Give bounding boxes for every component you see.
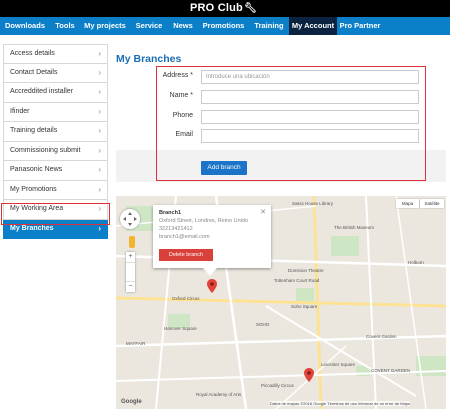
map-label: COVENT GARDEN: [371, 368, 411, 373]
popup-pointer: [203, 268, 217, 276]
street-view-pegman-icon[interactable]: [129, 236, 135, 248]
close-icon[interactable]: ✕: [260, 208, 266, 216]
zoom-slider[interactable]: [126, 262, 135, 282]
chevron-right-icon: ›: [98, 49, 101, 58]
nav-promotions[interactable]: Promotions: [198, 17, 249, 35]
popup-address: Oxford Street, Londres, Reino Unido: [159, 218, 248, 224]
page-title: My Branches: [116, 53, 182, 65]
popup-phone: 32213421412: [159, 226, 193, 232]
chevron-right-icon: ›: [98, 67, 101, 77]
sidebar-item-label: Training details: [10, 127, 58, 134]
sidebar-item-ifinder[interactable]: Ifinder ›: [3, 102, 108, 122]
map-label: Oxford Circus: [172, 296, 200, 301]
popup-email: branch1@email.com: [159, 234, 210, 240]
map-label: SOHO: [256, 322, 270, 327]
sidebar-item-label: Commissioning submit: [10, 146, 81, 154]
google-logo: Google: [121, 399, 142, 405]
top-bar: PRO Club🔧︎: [0, 0, 450, 17]
sidebar-item-panasonic-news[interactable]: Panasonic News ›: [3, 161, 108, 181]
nav-my-account[interactable]: My Account: [289, 17, 337, 35]
map-label: Royal Academy of Arts: [196, 392, 242, 397]
chevron-right-icon: ›: [98, 145, 101, 155]
popup-title: Branch1: [159, 210, 182, 216]
chevron-right-icon: ›: [98, 87, 101, 96]
map-marker-icon[interactable]: [207, 279, 217, 293]
chevron-right-icon: ›: [98, 184, 101, 194]
highlight-box-form: [156, 66, 426, 181]
sidebar-item-label: Accreddited installer: [10, 88, 74, 95]
sidebar-item-accredited-installer[interactable]: Accreddited installer ›: [3, 83, 108, 103]
highlight-box-sidebar: [1, 203, 110, 225]
nav-tools[interactable]: Tools: [50, 17, 80, 35]
nav-training[interactable]: Training: [249, 17, 289, 35]
main-nav: Downloads Tools My projects Service News…: [0, 17, 450, 35]
delete-branch-button[interactable]: Delete branch: [159, 249, 213, 261]
sidebar-item-label: My Promotions: [10, 185, 57, 193]
sidebar-item-access-details[interactable]: Access details ›: [3, 44, 108, 64]
logo-text: PRO Club: [190, 2, 243, 14]
map-label: Swiss House Library: [292, 201, 334, 206]
sidebar-item-label: Panasonic News: [10, 166, 63, 173]
chevron-right-icon: ›: [98, 126, 101, 135]
pan-arrows-icon: [123, 212, 137, 226]
wrench-icon: 🔧︎: [243, 3, 257, 14]
sidebar-item-label: Access details: [10, 50, 55, 57]
map-label: Tottenham Court Road: [274, 278, 320, 283]
pan-control[interactable]: [120, 209, 140, 229]
chevron-right-icon: ›: [98, 106, 101, 116]
sidebar-item-training-details[interactable]: Training details ›: [3, 122, 108, 142]
map-type-satellite-button[interactable]: Satélite: [420, 199, 444, 208]
map-label: Covent Garden: [366, 334, 397, 339]
nav-downloads[interactable]: Downloads: [0, 17, 50, 35]
sidebar-item-label: Contact Details: [10, 68, 58, 76]
map-label: The British Museum: [334, 225, 375, 230]
zoom-control: + −: [126, 252, 135, 292]
nav-pro-partner[interactable]: Pro Partner: [337, 17, 383, 35]
nav-my-projects[interactable]: My projects: [80, 17, 130, 35]
map-label: Leicester Square: [321, 362, 356, 367]
pro-club-logo[interactable]: PRO Club🔧︎: [190, 2, 257, 14]
map-type-map-button[interactable]: Mapa: [396, 199, 419, 208]
zoom-out-icon[interactable]: −: [126, 282, 135, 292]
map-marker-icon[interactable]: [304, 368, 314, 382]
map-label: Soho Square: [291, 304, 318, 309]
chevron-right-icon: ›: [98, 165, 101, 174]
sidebar-item-label: Ifinder: [10, 107, 30, 115]
sidebar-item-label: My Branches: [10, 224, 54, 232]
map-label: Holborn: [408, 260, 424, 265]
sidebar-item-commissioning-submit[interactable]: Commissioning submit ›: [3, 141, 108, 161]
sidebar-item-contact-details[interactable]: Contact Details ›: [3, 63, 108, 83]
zoom-in-icon[interactable]: +: [126, 252, 135, 262]
map-label: Piccadilly Circus: [261, 383, 294, 388]
map-attribution[interactable]: Datos de mapas ©2016 Google Términos de …: [270, 401, 411, 406]
nav-service[interactable]: Service: [130, 17, 168, 35]
map-label: Hanover Square: [164, 326, 197, 331]
nav-news[interactable]: News: [168, 17, 198, 35]
map-label: Dominion Theatre: [288, 268, 324, 273]
map-label: MAYFAIR: [126, 341, 146, 346]
sidebar-item-my-promotions[interactable]: My Promotions ›: [3, 180, 108, 200]
